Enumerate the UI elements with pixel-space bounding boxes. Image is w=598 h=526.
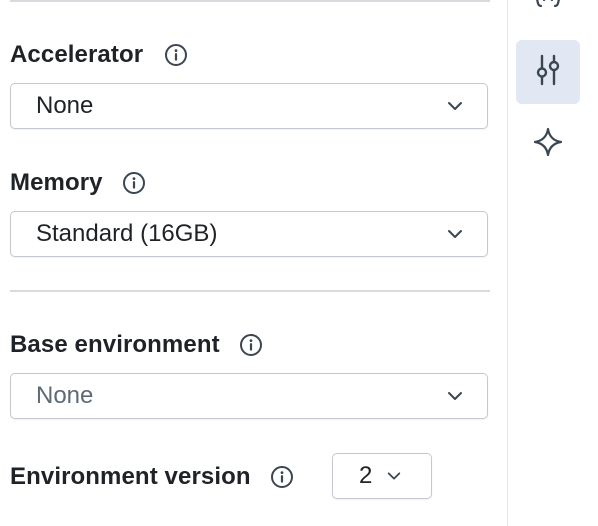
environment-version-select[interactable]: 2 [332, 453, 432, 499]
variables-icon [530, 0, 566, 19]
accelerator-label: Accelerator [10, 41, 144, 68]
right-icon-rail [507, 0, 598, 526]
info-icon[interactable] [163, 42, 189, 68]
sparkle-icon [532, 126, 564, 163]
environment-version-label-row: Environment version [10, 462, 295, 492]
base-environment-select[interactable]: None [10, 373, 488, 419]
variables-button[interactable] [516, 0, 580, 30]
chevron-down-icon [445, 386, 465, 406]
environment-settings-button[interactable] [516, 40, 580, 104]
chevron-down-icon [445, 224, 465, 244]
sliders-icon [533, 53, 563, 92]
info-icon[interactable] [238, 332, 264, 358]
accelerator-label-row: Accelerator [10, 40, 189, 70]
section-divider [10, 290, 490, 292]
base-environment-label: Base environment [10, 331, 220, 358]
base-environment-label-row: Base environment [10, 330, 264, 360]
assistant-button[interactable] [516, 112, 580, 176]
memory-select-value: Standard (16GB) [36, 220, 218, 247]
environment-version-label: Environment version [10, 463, 251, 490]
environment-version-value: 2 [359, 462, 373, 489]
environment-settings-view: Accelerator None Memory Standard (16GB) … [0, 0, 598, 526]
info-icon[interactable] [269, 464, 295, 490]
chevron-down-icon [445, 96, 465, 116]
memory-label-row: Memory [10, 168, 147, 198]
memory-label: Memory [10, 169, 103, 196]
info-icon[interactable] [121, 170, 147, 196]
chevron-down-icon [384, 466, 404, 486]
base-environment-placeholder: None [36, 382, 94, 409]
accelerator-select[interactable]: None [10, 83, 488, 129]
memory-select[interactable]: Standard (16GB) [10, 211, 488, 257]
accelerator-select-value: None [36, 92, 94, 119]
top-divider [10, 0, 490, 2]
settings-panel: Accelerator None Memory Standard (16GB) … [0, 0, 507, 526]
